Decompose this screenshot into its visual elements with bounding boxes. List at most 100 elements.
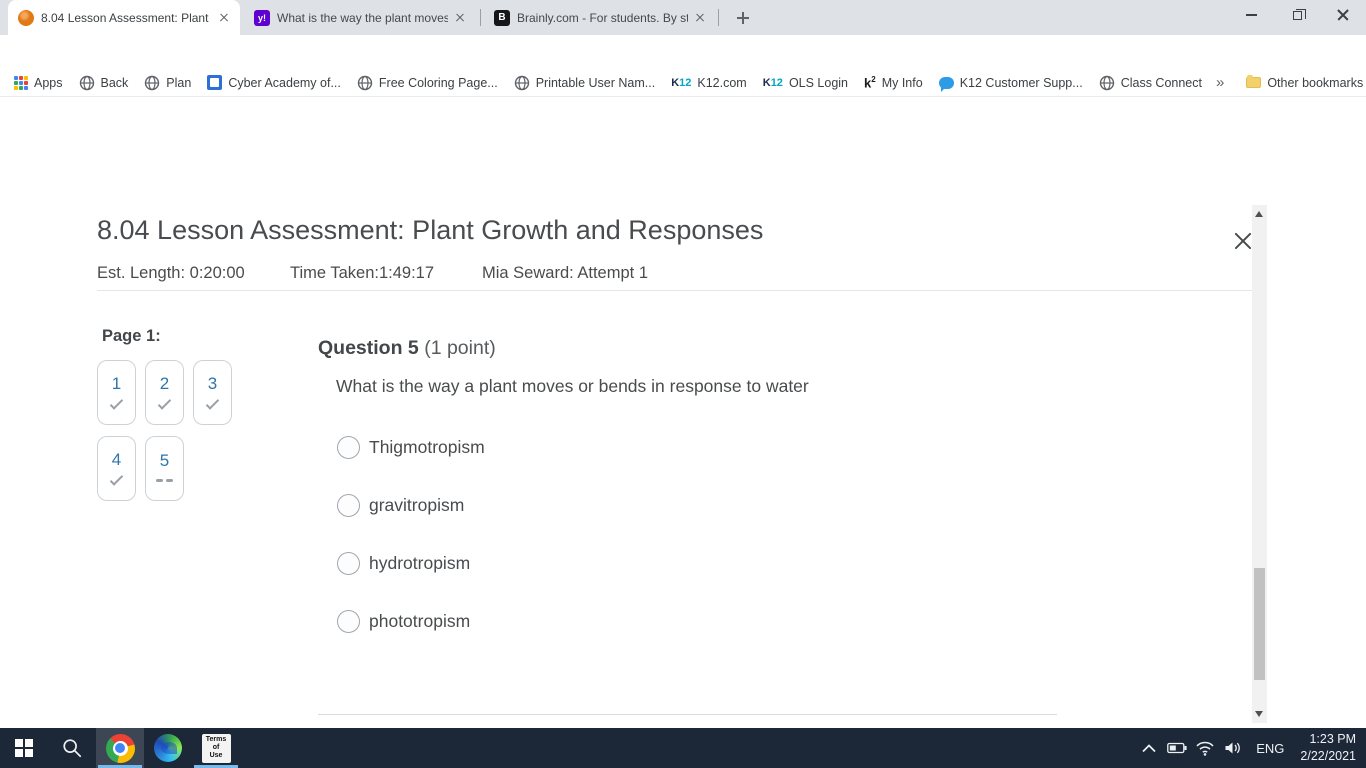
option-label: Thigmotropism	[369, 437, 485, 457]
tray-chevron-icon[interactable]	[1138, 737, 1160, 759]
taskbar-edge-button[interactable]	[144, 728, 192, 768]
bookmark-printable-user[interactable]: Printable User Nam...	[506, 71, 663, 95]
browser-tabstrip: 8.04 Lesson Assessment: Plant G y! What …	[0, 0, 1366, 35]
k-squared-icon: k2	[864, 74, 876, 91]
radio-button[interactable]	[337, 610, 360, 633]
scroll-down-icon[interactable]	[1255, 711, 1263, 717]
unsaved-dash-icon	[156, 479, 173, 482]
bookmark-label: Back	[100, 75, 129, 90]
quiz-scrollbar[interactable]	[1252, 205, 1267, 723]
time-taken: Time Taken:1:49:17	[290, 264, 435, 282]
radio-button[interactable]	[337, 494, 360, 517]
page-label: Page 1:	[102, 327, 161, 345]
question-number: 4	[111, 449, 122, 469]
bookmarks-overflow-chevron[interactable]: »	[1210, 71, 1230, 95]
taskbar: Terms of Use ENG 1:23 PM 2/22/2021	[0, 728, 1366, 768]
bookmark-ols-login[interactable]: K12 OLS Login	[755, 71, 856, 95]
restore-button[interactable]	[1274, 0, 1320, 30]
bookmark-k12com[interactable]: K12 K12.com	[663, 71, 755, 95]
k12-logo-icon: K12	[762, 76, 783, 89]
question-nav-1[interactable]: 1	[97, 360, 136, 425]
est-length: Est. Length: 0:20:00	[97, 264, 245, 282]
taskbar-chrome-button[interactable]	[96, 728, 144, 768]
bookmark-cyber-academy[interactable]: Cyber Academy of...	[199, 71, 349, 95]
window-controls	[1228, 0, 1366, 30]
tab-title: What is the way the plant moves	[277, 10, 448, 25]
bookmark-plan[interactable]: Plan	[136, 71, 199, 95]
quiz-page: 8.04 Lesson Assessment: Plant Growth and…	[0, 97, 1366, 768]
radio-button[interactable]	[337, 436, 360, 459]
option-row-gravitropism[interactable]: gravitropism	[337, 494, 464, 517]
question-nav-5[interactable]: 5	[145, 436, 184, 501]
language-indicator[interactable]: ENG	[1256, 741, 1284, 756]
browser-toolbar: learning.k12.com/d2l/le/content/783478/v…	[0, 35, 1366, 103]
option-label: phototropism	[369, 611, 471, 631]
site-icon	[207, 75, 223, 90]
bookmark-back[interactable]: Back	[71, 71, 137, 95]
question-heading: Question 5 (1 point)	[318, 337, 496, 360]
new-tab-button[interactable]	[730, 5, 756, 31]
question-title: Question 5	[318, 337, 419, 359]
bookmark-free-coloring[interactable]: Free Coloring Page...	[349, 71, 506, 95]
tab-close-icon[interactable]	[452, 10, 468, 26]
option-label: gravitropism	[369, 495, 465, 515]
clock[interactable]: 1:23 PM 2/22/2021	[1300, 731, 1356, 765]
screen: 8.04 Lesson Assessment: Plant G y! What …	[0, 0, 1366, 768]
bookmark-label: My Info	[881, 75, 923, 90]
bookmark-k12-support[interactable]: K12 Customer Supp...	[931, 71, 1091, 95]
globe-icon	[145, 75, 160, 90]
system-tray: ENG 1:23 PM 2/22/2021	[1138, 728, 1366, 768]
taskbar-terms-of-use-button[interactable]: Terms of Use	[192, 728, 240, 768]
taskbar-search-button[interactable]	[48, 728, 96, 768]
globe-icon	[357, 75, 373, 90]
bookmark-label: Other bookmarks	[1267, 75, 1364, 90]
question-text: What is the way a plant moves or bends i…	[336, 376, 809, 396]
question-number: 3	[207, 373, 218, 393]
question-number: 5	[159, 451, 170, 470]
other-bookmarks-button[interactable]: Other bookmarks	[1238, 71, 1366, 95]
terms-of-use-icon: Terms of Use	[201, 733, 231, 763]
tab-close-icon[interactable]	[692, 10, 708, 26]
yahoo-favicon-icon: y!	[254, 9, 270, 26]
bookmark-my-info[interactable]: k2 My Info	[856, 71, 931, 95]
edge-icon	[154, 734, 182, 762]
folder-icon	[1246, 75, 1262, 88]
option-label: hydrotropism	[369, 553, 471, 573]
option-row-thigmotropism[interactable]: Thigmotropism	[337, 436, 485, 459]
globe-icon	[79, 75, 94, 90]
tab-title: 8.04 Lesson Assessment: Plant G	[41, 10, 212, 25]
k12-logo-icon: K12	[671, 76, 692, 89]
tab-separator	[480, 9, 481, 26]
apps-grid-icon	[14, 75, 28, 90]
saved-check-icon	[205, 396, 220, 411]
tab-lesson-assessment[interactable]: 8.04 Lesson Assessment: Plant G	[8, 0, 240, 35]
tab-title: Brainly.com - For students. By stu	[517, 10, 688, 25]
footer-divider	[318, 714, 1057, 715]
close-window-button[interactable]	[1320, 0, 1366, 30]
globe-icon	[514, 75, 529, 90]
option-row-phototropism[interactable]: phototropism	[337, 610, 470, 633]
bookmark-class-connect[interactable]: Class Connect	[1091, 71, 1210, 95]
question-number: 2	[159, 373, 170, 393]
bookmark-apps[interactable]: Apps	[6, 71, 71, 95]
start-button[interactable]	[0, 728, 48, 768]
battery-icon[interactable]	[1166, 737, 1188, 759]
tab-yahoo-search[interactable]: y! What is the way the plant moves	[244, 0, 476, 35]
attempt-info: Mia Seward: Attempt 1	[482, 264, 648, 282]
bookmark-label: Free Coloring Page...	[378, 75, 498, 90]
question-nav-4[interactable]: 4	[97, 436, 136, 501]
scroll-up-icon[interactable]	[1255, 211, 1263, 217]
speaker-icon[interactable]	[1222, 737, 1244, 759]
bookmark-label: Plan	[166, 75, 192, 90]
question-nav-3[interactable]: 3	[193, 360, 232, 425]
option-row-hydrotropism[interactable]: hydrotropism	[337, 552, 470, 575]
clock-time: 1:23 PM	[1309, 732, 1356, 747]
saved-check-icon	[109, 472, 124, 487]
question-nav-2[interactable]: 2	[145, 360, 184, 425]
wifi-icon[interactable]	[1194, 737, 1216, 759]
tab-brainly[interactable]: B Brainly.com - For students. By stu	[484, 0, 716, 35]
scrollbar-thumb[interactable]	[1254, 568, 1265, 680]
minimize-button[interactable]	[1228, 0, 1274, 30]
radio-button[interactable]	[337, 552, 360, 575]
tab-close-icon[interactable]	[216, 10, 232, 26]
